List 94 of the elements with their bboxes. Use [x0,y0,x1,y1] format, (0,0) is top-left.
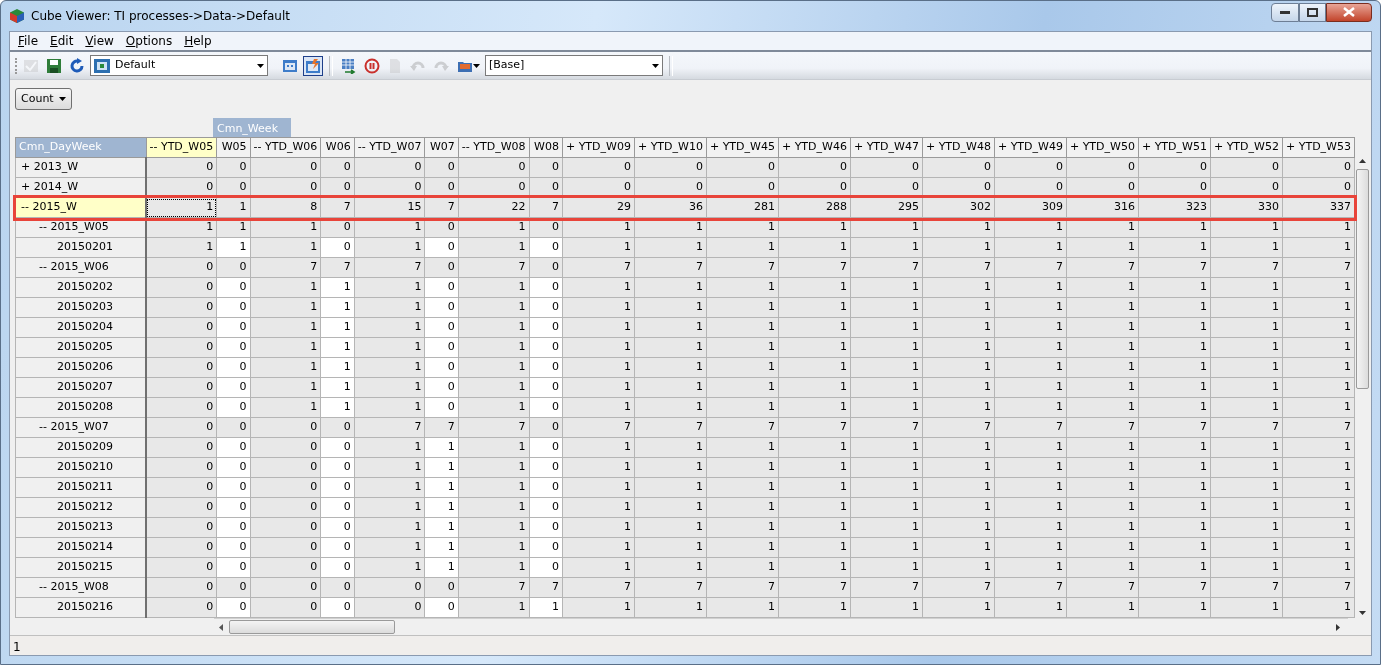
column-header[interactable]: -- YTD_W07 [354,137,425,158]
table-cell: 295 [850,197,923,218]
stop-icon [364,57,380,74]
view-icon [94,58,110,73]
table-cell: 29 [562,197,635,218]
table-cell: 330 [1210,197,1283,218]
close-button[interactable] [1326,2,1372,22]
measure-dropdown[interactable]: Count [15,88,72,110]
scroll-right-icon[interactable] [1336,623,1340,631]
row-header[interactable]: 20150204 [15,317,146,338]
minimize-button[interactable] [1271,2,1299,22]
table-cell: 7 [424,197,459,218]
row-header[interactable]: 20150201 [15,237,146,258]
table-cell: 288 [778,197,851,218]
row-header[interactable]: 20150209 [15,437,146,458]
row-header[interactable]: 20150202 [15,277,146,298]
column-header[interactable]: + YTD_W49 [994,137,1067,158]
window-title: Cube Viewer: TI processes->Data->Default [31,8,290,25]
scroll-up-icon[interactable] [1359,159,1367,163]
table-cell: 7 [529,197,563,218]
minimize-icon [1280,10,1290,14]
row-header[interactable]: + 2013_W [15,157,146,178]
column-header[interactable]: -- YTD_W08 [458,137,530,158]
table-cell: 337 [1282,197,1355,218]
column-header[interactable]: + YTD_W10 [634,137,707,158]
caret-icon [472,63,480,68]
column-header[interactable]: -- YTD_W05 [146,137,217,158]
column-header[interactable]: + YTD_W46 [778,137,851,158]
calculator-window-icon [282,57,298,74]
column-header[interactable]: W05 [216,137,251,158]
row-header[interactable]: 20150207 [15,377,146,398]
check-icon [23,57,39,74]
menu-item[interactable]: View [79,31,120,51]
column-header[interactable]: + YTD_W51 [1138,137,1211,158]
menu-item[interactable]: Edit [44,31,80,51]
column-header[interactable]: -- YTD_W06 [250,137,321,158]
caret-icon [59,97,66,101]
row-header[interactable]: -- 2015_W07 [15,417,146,438]
row-header[interactable]: 20150210 [15,457,146,478]
grid-arrow-icon [341,57,357,74]
column-header[interactable]: + YTD_W47 [850,137,923,158]
table-cell: 309 [994,197,1067,218]
row-header[interactable]: 20150214 [15,537,146,558]
column-header[interactable]: + YTD_W09 [562,137,635,158]
refresh-icon [69,57,85,74]
column-header[interactable]: + YTD_W50 [1066,137,1139,158]
row-header[interactable]: 20150203 [15,297,146,318]
row-header[interactable]: 20150216 [15,597,146,618]
column-header[interactable]: + YTD_W53 [1282,137,1355,158]
table-cell: 1 [216,197,251,218]
row-header[interactable]: -- 2015_W08 [15,577,146,598]
maximize-icon [1307,7,1318,17]
row-header[interactable]: 20150205 [15,337,146,358]
table-cell: 7 [320,197,355,218]
subset-dropdown[interactable]: [Base] [485,55,663,76]
column-header[interactable]: + YTD_W52 [1210,137,1283,158]
maximize-button[interactable] [1299,2,1326,22]
table-cell: 1 [146,197,217,218]
row-header[interactable]: 20150208 [15,397,146,418]
table-cell: 36 [634,197,707,218]
scroll-down-icon[interactable] [1359,611,1367,615]
row-header[interactable]: 20150206 [15,357,146,378]
auto-calculate-button[interactable] [303,55,323,76]
save-icon [46,57,62,74]
row-header[interactable]: -- 2015_W [15,197,146,218]
table-cell: 22 [458,197,530,218]
menu-item[interactable]: File [12,31,45,51]
scroll-left-icon[interactable] [219,623,223,631]
row-header[interactable]: 20150215 [15,557,146,578]
table-cell: 8 [250,197,321,218]
table-cell: 281 [706,197,779,218]
column-header[interactable]: W07 [424,137,459,158]
view-dropdown[interactable]: Default [90,55,268,76]
column-header[interactable]: W08 [529,137,563,158]
menu-item[interactable]: Options [119,31,179,51]
table-cell: 323 [1138,197,1211,218]
column-header[interactable]: + YTD_W48 [922,137,995,158]
auto-calculate-icon [305,57,321,74]
table-cell: 15 [354,197,425,218]
caret-icon [652,63,659,68]
column-header[interactable]: + YTD_W45 [706,137,779,158]
caret-icon [257,63,264,68]
row-header[interactable]: 20150213 [15,517,146,538]
table-cell: 302 [922,197,995,218]
row-header[interactable]: -- 2015_W06 [15,257,146,278]
close-icon [1343,7,1355,17]
status-text: 1 [13,640,21,654]
menu-item[interactable]: Help [178,31,218,51]
row-header[interactable]: 20150211 [15,477,146,498]
table-cell: 316 [1066,197,1139,218]
cube-icon [9,8,25,24]
row-header[interactable]: 20150212 [15,497,146,518]
document-icon [387,57,403,74]
column-header[interactable]: W06 [320,137,355,158]
